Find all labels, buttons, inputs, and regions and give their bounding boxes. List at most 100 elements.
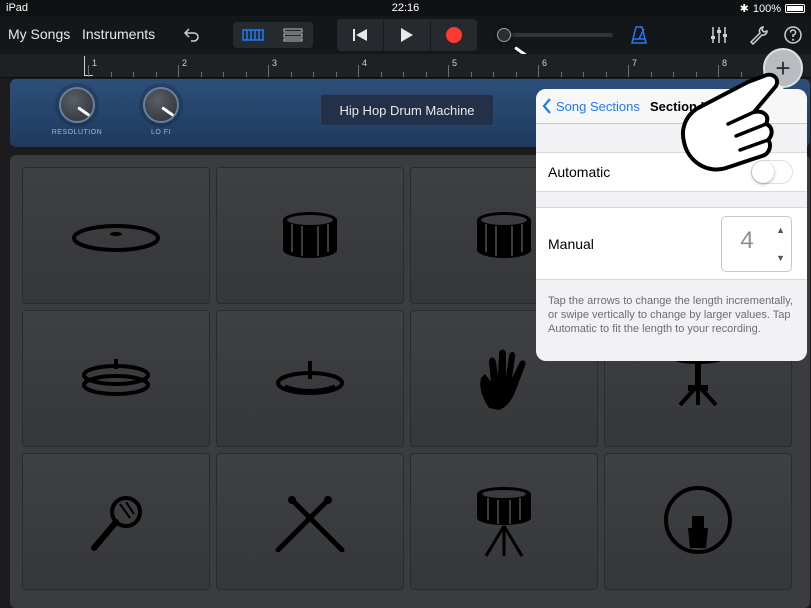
metronome-icon: [631, 26, 647, 44]
snare-drum-icon: [283, 211, 337, 258]
view-switcher: [233, 22, 313, 48]
ruler-bar-number: 2: [182, 58, 188, 68]
snare-drum-icon: [477, 211, 531, 258]
lofi-label: LO FI: [150, 129, 171, 136]
play-button[interactable]: [384, 19, 431, 51]
drum-pad-6[interactable]: [216, 310, 404, 447]
drumsticks-icon: [275, 495, 345, 552]
ruler-bar-number: 5: [452, 58, 458, 68]
help-icon: [784, 26, 802, 44]
pointing-hand-icon: [681, 72, 779, 172]
ruler-tick: [110, 72, 112, 77]
ruler-tick: [538, 65, 539, 77]
resolution-knob[interactable]: [59, 87, 95, 123]
manual-label: Manual: [548, 236, 594, 252]
automatic-label: Automatic: [548, 164, 611, 180]
ruler-tick: [88, 65, 89, 77]
wrench-icon: [749, 26, 768, 45]
ruler-tick: [493, 72, 494, 77]
ruler-tick: [178, 65, 179, 77]
record-icon: [446, 27, 462, 43]
drum-kit-button[interactable]: Hip Hop Drum Machine: [320, 94, 494, 126]
ruler-tick: [583, 72, 584, 77]
ruler-tick: [470, 72, 472, 77]
ruler-tick: [605, 72, 607, 77]
metronome-button[interactable]: [628, 24, 650, 46]
chevron-left-icon: [542, 98, 551, 114]
section-length-stepper[interactable]: 4 ▲ ▼: [721, 216, 792, 272]
cymbal-icon: [72, 223, 160, 252]
maraca-icon: [91, 495, 142, 551]
go-to-start-button[interactable]: [337, 19, 384, 51]
instrument-view-button[interactable]: [233, 22, 273, 48]
back-to-song-sections-button[interactable]: Song Sections: [542, 98, 640, 114]
volume-track: [505, 33, 613, 37]
back-label: Song Sections: [556, 98, 640, 114]
hi-hat-open-icon: [276, 360, 344, 395]
help-button[interactable]: [782, 24, 804, 46]
stepper-value: 4: [740, 227, 754, 254]
ruler-tick: [650, 72, 652, 77]
ruler-bar-number: 3: [272, 58, 278, 68]
undo-icon: [183, 28, 199, 42]
tracks-view-icon: [283, 28, 303, 42]
ruler-tick: [155, 72, 157, 77]
drum-pad-12[interactable]: [604, 453, 792, 590]
resolution-label: RESOLUTION: [51, 129, 103, 136]
ruler-tick: [673, 72, 674, 77]
snare-on-stand-icon: [477, 486, 531, 557]
lofi-control: LO FI: [131, 87, 191, 136]
bluetooth-icon: ✱: [739, 3, 749, 15]
ruler-tick: [335, 72, 337, 77]
instruments-button[interactable]: Instruments: [82, 26, 155, 42]
ruler-tick: [628, 65, 629, 77]
ruler-tick: [223, 72, 224, 77]
drum-pad-10[interactable]: [216, 453, 404, 590]
ruler-tick: [515, 72, 517, 77]
battery-percent: 100%: [752, 2, 781, 15]
ruler-bar-number: 1: [92, 58, 98, 68]
resolution-control: RESOLUTION: [47, 87, 107, 136]
status-bar: iPad 22:16 ✱ 100%: [0, 0, 811, 16]
undo-button[interactable]: [181, 24, 203, 46]
lofi-knob[interactable]: [143, 87, 179, 123]
ruler-tick: [448, 65, 449, 77]
drum-pad-5[interactable]: [22, 310, 210, 447]
master-volume-slider[interactable]: [497, 28, 617, 42]
ruler-tick: [268, 65, 269, 77]
hand-clap-icon: [480, 349, 526, 410]
clock: 22:16: [391, 2, 420, 14]
transport-controls: [337, 19, 477, 51]
help-text: Tap the arrows to change the length incr…: [548, 295, 793, 335]
ruler-bar-number: 7: [632, 58, 638, 68]
ruler-bar-number: 6: [542, 58, 548, 68]
drum-pad-9[interactable]: [22, 453, 210, 590]
mixer-sliders-icon: [711, 27, 727, 43]
play-icon: [401, 28, 413, 42]
ruler-tick: [380, 72, 382, 77]
toolbar: My Songs Instruments: [0, 16, 811, 54]
increment-arrow-icon[interactable]: ▲: [776, 225, 785, 235]
status-right: ✱ 100%: [740, 2, 805, 15]
settings-button[interactable]: [748, 24, 770, 46]
ruler-tick: [425, 72, 427, 77]
record-button[interactable]: [431, 19, 477, 51]
kick-drum-icon: [664, 485, 732, 554]
ruler-tick: [133, 72, 134, 77]
manual-row: Manual 4 ▲ ▼: [536, 207, 807, 280]
drum-pad-2[interactable]: [216, 167, 404, 304]
hi-hat-closed-icon: [82, 358, 150, 396]
drum-pad-11[interactable]: [410, 453, 598, 590]
volume-knob[interactable]: [497, 28, 511, 42]
tracks-view-button[interactable]: [273, 22, 313, 48]
decrement-arrow-icon[interactable]: ▼: [776, 253, 785, 263]
drum-pad-1[interactable]: [22, 167, 210, 304]
skip-back-icon: [353, 29, 367, 41]
instrument-view-icon: [242, 29, 264, 41]
ruler-tick: [200, 72, 202, 77]
mixer-button[interactable]: [708, 24, 730, 46]
ruler-tick: [313, 72, 314, 77]
ruler-tick: [403, 72, 404, 77]
my-songs-button[interactable]: My Songs: [8, 26, 70, 42]
battery-icon: [785, 4, 805, 13]
